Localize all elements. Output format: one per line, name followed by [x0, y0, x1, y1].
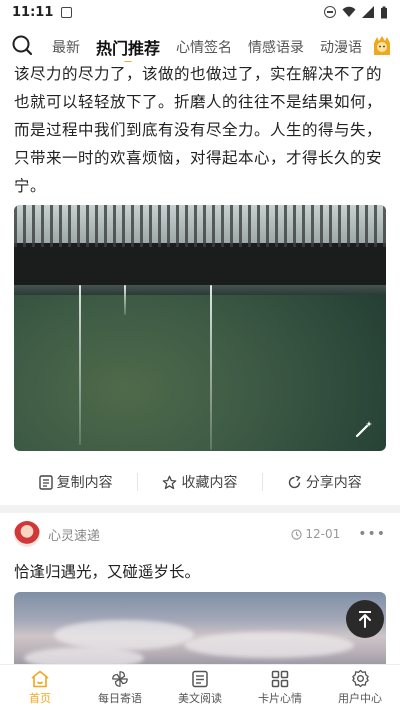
tab-emotion-quotes[interactable]: 情感语录 [240, 32, 312, 62]
tab-mood-signature[interactable]: 心情签名 [168, 32, 240, 62]
nav-user-center-label: 用户中心 [338, 692, 382, 705]
nav-daily-message-label: 每日寄语 [98, 691, 142, 705]
post-date: 12-01 [291, 527, 340, 541]
nav-daily-message[interactable]: 每日寄语 [80, 665, 160, 710]
collect-label: 收藏内容 [181, 475, 238, 491]
nav-reading[interactable]: 美文阅读 [160, 665, 240, 710]
article-text: 该尽力的尽力了，该做的也做过了，实在解决不了的也就可以轻轻放下了。折磨人的往往不… [14, 65, 383, 195]
avatar[interactable] [14, 521, 40, 547]
gear-icon [351, 669, 369, 688]
arrow-up-icon [359, 611, 371, 628]
bottom-nav: 首页 每日寄语 美文阅读 卡片心情 用户中心 [0, 664, 400, 710]
battery-icon [381, 6, 387, 18]
pinwheel-icon [112, 670, 128, 687]
raindrop [79, 285, 81, 445]
status-icons [324, 6, 388, 19]
collect-content-button[interactable]: 收藏内容 [138, 472, 261, 492]
magic-wand-icon[interactable] [354, 419, 374, 439]
raindrop [210, 285, 212, 450]
document-icon [192, 670, 208, 687]
top-nav: 最新 热门推荐 心情签名 情感语录 动漫语 [0, 28, 400, 62]
share-label: 分享内容 [305, 475, 362, 491]
search-button[interactable] [0, 28, 44, 62]
search-icon [12, 35, 33, 56]
nav-home-label: 首页 [29, 691, 51, 705]
back-to-top-button[interactable] [346, 600, 384, 638]
post-image[interactable] [14, 592, 386, 672]
nav-home[interactable]: 首页 [0, 665, 80, 710]
signal-icon [362, 6, 374, 18]
nav-card-mood[interactable]: 卡片心情 [240, 665, 320, 710]
copy-content-button[interactable]: 复制内容 [14, 472, 137, 492]
nav-reading-label: 美文阅读 [178, 691, 222, 705]
nav-card-mood-label: 卡片心情 [258, 691, 302, 705]
clock-icon [291, 528, 302, 540]
nav-user-center[interactable]: 用户中心 [320, 665, 400, 710]
status-time: 11:11 [12, 4, 54, 20]
star-icon [163, 475, 177, 489]
article-image[interactable] [14, 205, 386, 451]
section-divider [0, 505, 400, 513]
raindrop [124, 285, 126, 315]
notification-icon [61, 6, 73, 18]
share-content-button[interactable]: 分享内容 [263, 472, 386, 492]
post-quote: 恰逢归遇光，又碰遥岁长。 [14, 563, 201, 581]
article-actions: 复制内容 收藏内容 分享内容 [14, 464, 386, 500]
copy-label: 复制内容 [56, 475, 113, 491]
status-bar: 11:11 [0, 0, 400, 24]
post-date-text: 12-01 [305, 527, 341, 541]
mascot-button[interactable] [364, 28, 400, 62]
home-icon [31, 670, 49, 687]
more-options-button[interactable]: ••• [358, 526, 386, 542]
copy-icon [38, 474, 53, 490]
tab-hot-recommend[interactable]: 热门推荐 [88, 32, 168, 62]
mascot-icon [374, 36, 390, 55]
post-username[interactable]: 心灵速递 [48, 525, 100, 544]
tab-anime-quotes[interactable]: 动漫语 [312, 32, 364, 62]
wifi-icon [342, 6, 356, 17]
grid-icon [271, 670, 289, 687]
tab-latest[interactable]: 最新 [44, 32, 88, 62]
category-tabs: 最新 热门推荐 心情签名 情感语录 动漫语 [44, 28, 364, 62]
dnd-icon [324, 6, 336, 18]
share-icon [288, 475, 301, 488]
post-header: 心灵速递 12-01 ••• [14, 520, 386, 548]
